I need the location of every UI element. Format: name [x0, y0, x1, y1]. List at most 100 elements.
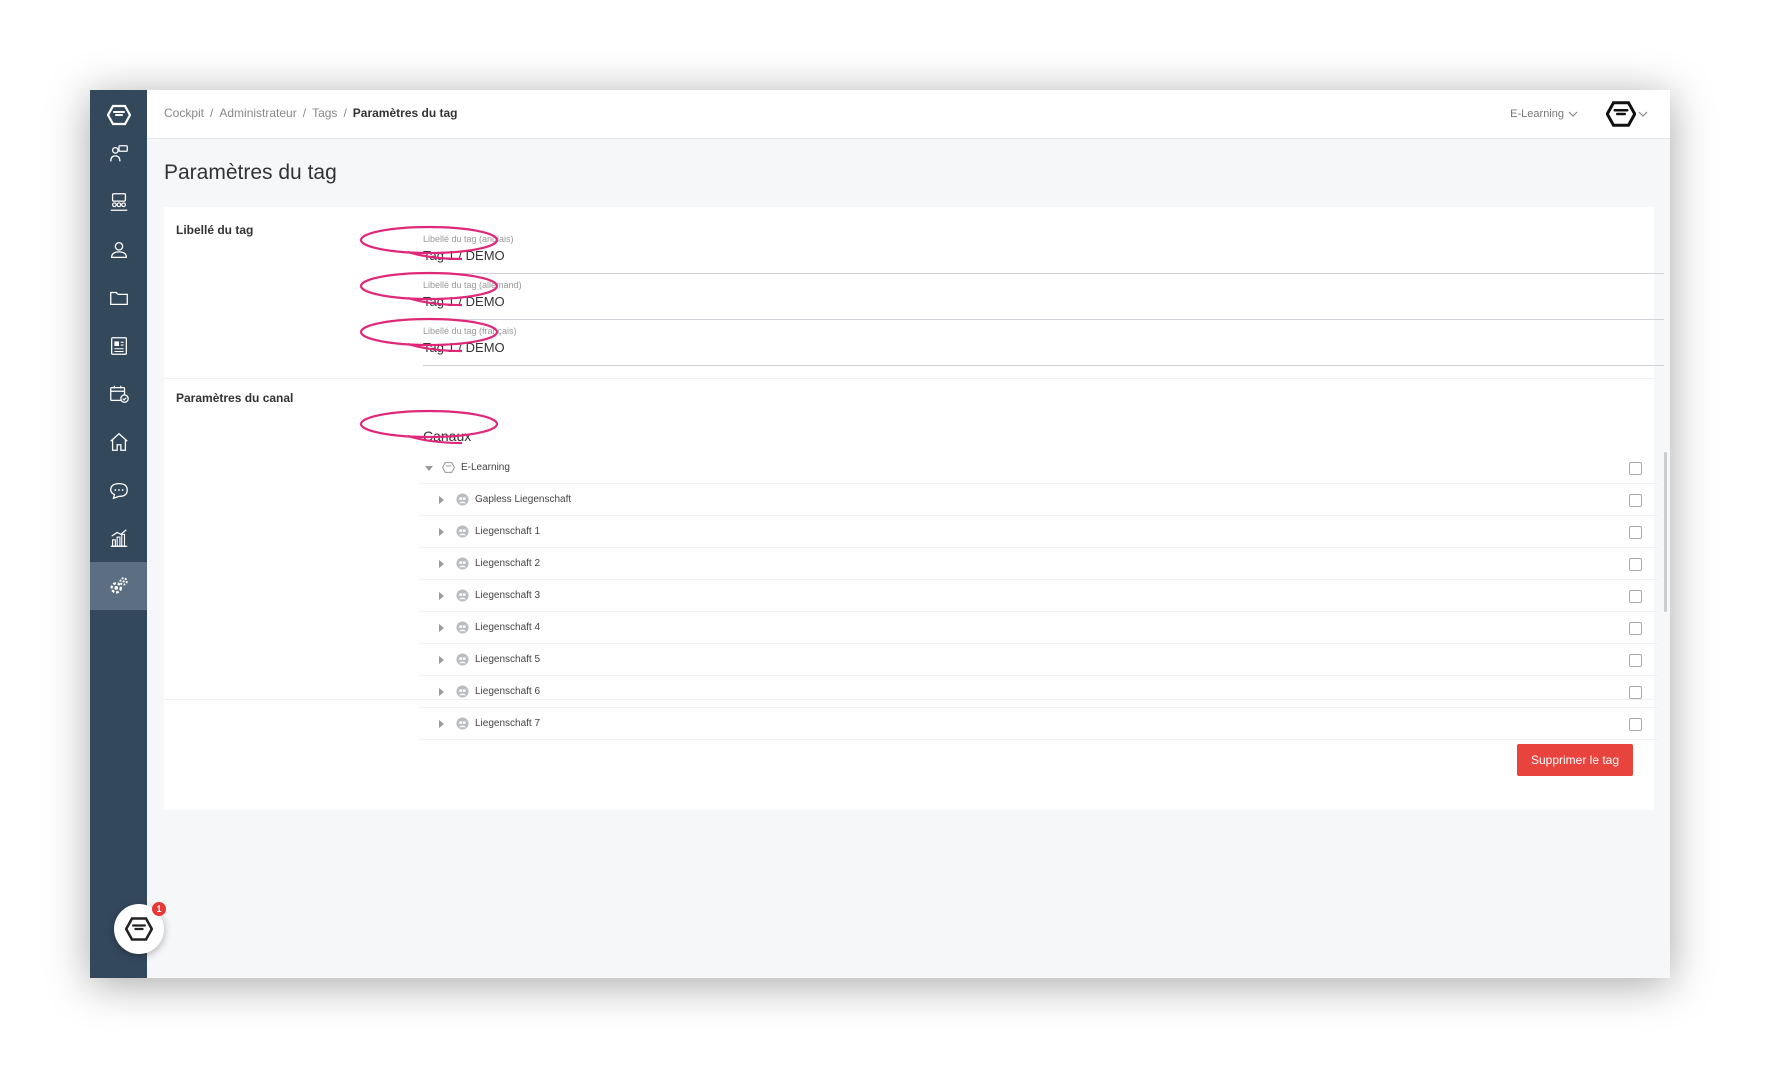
field-label: Libellé du tag (français)	[423, 326, 517, 336]
tree-row-channel[interactable]: Liegenschaft 6	[418, 676, 1658, 708]
tag-label-german-input[interactable]	[423, 294, 823, 309]
caret-right-icon[interactable]	[436, 687, 446, 697]
channel-checkbox[interactable]	[1629, 558, 1642, 571]
home-icon	[109, 432, 128, 451]
tree-row-channel[interactable]: Gapless Liegenschaft	[418, 484, 1658, 516]
sidebar-item-chart[interactable]	[90, 514, 147, 562]
chevron-down-icon	[1638, 111, 1648, 117]
breadcrumb-separator: /	[302, 106, 307, 120]
tree-row-label: Liegenschaft 7	[475, 718, 541, 729]
delete-tag-button[interactable]: Supprimer le tag	[1517, 744, 1633, 776]
tag-label-french-input[interactable]	[423, 340, 823, 355]
channel-group-icon	[456, 685, 469, 698]
breadcrumb-separator: /	[343, 106, 347, 120]
tree-row-label: E-Learning	[461, 462, 510, 473]
channel-checkbox[interactable]	[1629, 622, 1642, 635]
breadcrumb-cockpit[interactable]: Cockpit	[164, 106, 204, 120]
chat-icon	[109, 482, 128, 500]
tag-settings-card: Libellé du tag Libellé du tag (anglais) …	[164, 207, 1667, 810]
logo-icon	[125, 917, 153, 941]
sidebar-item-folder[interactable]	[90, 274, 147, 322]
org-selector-label: E-Learning	[1510, 108, 1564, 120]
tag-label-german-field: Libellé du tag (allemand)	[423, 280, 1664, 320]
org-selector[interactable]: E-Learning	[1510, 108, 1578, 120]
caret-right-icon[interactable]	[436, 495, 446, 505]
sidebar-item-presenter[interactable]	[90, 130, 147, 178]
sidebar-item-group[interactable]	[90, 178, 147, 226]
field-label: Libellé du tag (anglais)	[423, 234, 514, 244]
channel-group-icon	[456, 589, 469, 602]
settings-icon	[110, 577, 128, 594]
breadcrumb-administrateur[interactable]: Administrateur	[219, 106, 296, 120]
support-chat-button[interactable]: 1	[114, 902, 166, 954]
tag-label-section-title: Libellé du tag	[176, 223, 254, 237]
breadcrumb-separator: /	[210, 106, 214, 120]
tree-row-root[interactable]: E-Learning	[418, 452, 1658, 484]
notification-badge: 1	[152, 902, 166, 916]
channel-checkbox[interactable]	[1629, 526, 1642, 539]
topbar: Cockpit / Administrateur / Tags / Paramè…	[147, 90, 1670, 139]
channel-group-icon	[456, 557, 469, 570]
tree-row-channel[interactable]: Liegenschaft 2	[418, 548, 1658, 580]
sidebar-item-user[interactable]	[90, 226, 147, 274]
caret-down-icon[interactable]	[424, 463, 434, 473]
caret-right-icon[interactable]	[436, 719, 446, 729]
breadcrumb: Cockpit / Administrateur / Tags / Paramè…	[164, 106, 458, 120]
channel-checkbox[interactable]	[1629, 654, 1642, 667]
tree-scrollbar[interactable]	[1664, 452, 1667, 612]
sidebar: 1	[90, 90, 166, 978]
calendar-icon	[109, 385, 129, 403]
breadcrumb-tags[interactable]: Tags	[312, 106, 337, 120]
channel-tree: E-Learning Gapless Liegenschaft Liegensch…	[418, 452, 1664, 740]
tag-label-french-field: Libellé du tag (français)	[423, 326, 1664, 366]
avatar-logo-icon	[1606, 101, 1636, 127]
tree-row-label: Liegenschaft 6	[475, 686, 541, 697]
breadcrumb-current: Paramètres du tag	[352, 106, 458, 120]
channel-section-title: Paramètres du canal	[176, 391, 294, 405]
field-label: Libellé du tag (allemand)	[423, 280, 522, 290]
caret-right-icon[interactable]	[436, 623, 446, 633]
sidebar-item-home[interactable]	[90, 418, 147, 466]
channel-group-icon	[456, 717, 469, 730]
channel-checkbox[interactable]	[1629, 718, 1642, 731]
caret-right-icon[interactable]	[436, 655, 446, 665]
tree-row-label: Liegenschaft 2	[475, 558, 541, 569]
channel-checkbox[interactable]	[1629, 494, 1642, 507]
channel-group-icon	[456, 653, 469, 666]
channels-title: Canaux	[423, 428, 472, 444]
channel-checkbox[interactable]	[1629, 590, 1642, 603]
presenter-icon	[109, 145, 128, 162]
sidebar-item-report[interactable]	[90, 322, 147, 370]
tree-row-channel[interactable]: Liegenschaft 5	[418, 644, 1658, 676]
caret-right-icon[interactable]	[436, 559, 446, 569]
tag-label-english-input[interactable]	[423, 248, 823, 263]
tree-row-channel[interactable]: Liegenschaft 4	[418, 612, 1658, 644]
tag-label-english-field: Libellé du tag (anglais)	[423, 234, 1664, 274]
channel-checkbox[interactable]	[1629, 462, 1642, 475]
caret-right-icon[interactable]	[436, 527, 446, 537]
tree-row-label: Liegenschaft 5	[475, 654, 541, 665]
sidebar-item-chat[interactable]	[90, 466, 147, 514]
tree-row-label: Liegenschaft 1	[475, 526, 541, 537]
channel-group-icon	[456, 525, 469, 538]
folder-icon	[109, 291, 128, 306]
app-window: 1 Cockpit / Administrateur / Tags / Para…	[90, 90, 1670, 978]
channel-logo-icon	[442, 462, 455, 473]
tree-row-label: Gapless Liegenschaft	[475, 494, 572, 505]
channel-checkbox[interactable]	[1629, 686, 1642, 699]
channel-group-icon	[456, 621, 469, 634]
divider	[164, 378, 1654, 379]
sidebar-item-settings[interactable]	[90, 562, 147, 610]
caret-right-icon[interactable]	[436, 591, 446, 601]
user-icon	[110, 242, 127, 258]
sidebar-item-calendar[interactable]	[90, 370, 147, 418]
page-title: Paramètres du tag	[164, 161, 337, 184]
user-menu[interactable]	[1606, 100, 1648, 128]
tree-row-channel[interactable]: Liegenschaft 7	[418, 708, 1658, 740]
divider	[164, 699, 1654, 700]
channel-group-icon	[456, 493, 469, 506]
group-icon	[110, 193, 127, 211]
tree-row-channel[interactable]: Liegenschaft 3	[418, 580, 1658, 612]
tree-row-channel[interactable]: Liegenschaft 1	[418, 516, 1658, 548]
chevron-down-icon	[1568, 111, 1578, 117]
